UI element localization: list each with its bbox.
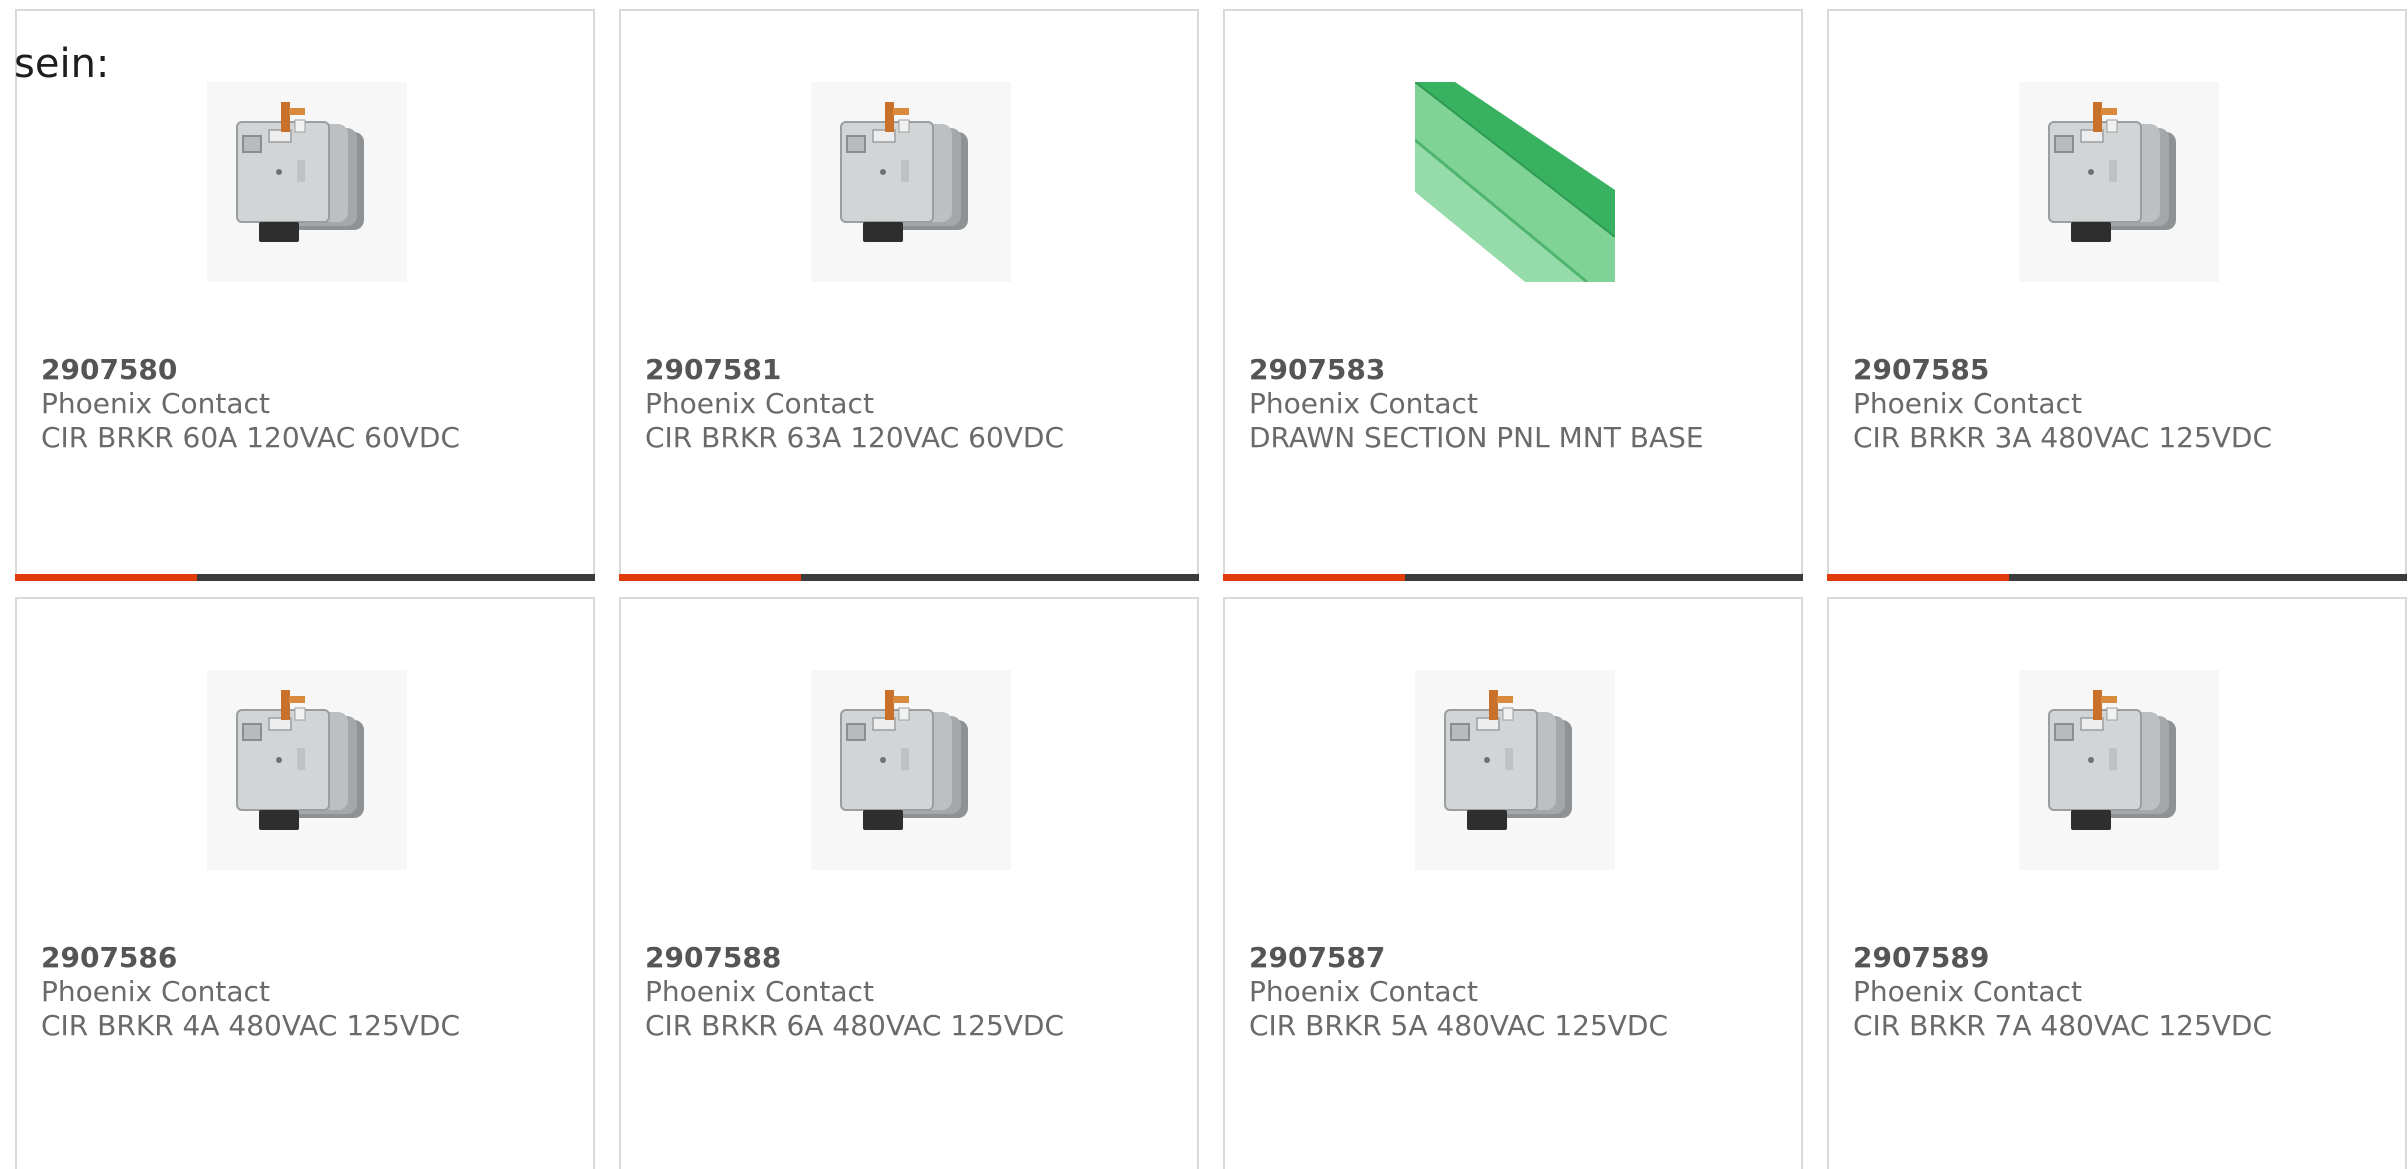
product-description: CIR BRKR 4A 480VAC 125VDC [41, 1009, 461, 1042]
circuit-breaker-image [811, 82, 1011, 282]
product-description: CIR BRKR 7A 480VAC 125VDC [1853, 1009, 2273, 1042]
product-card[interactable]: 2907583 Phoenix Contact DRAWN SECTION PN… [1223, 9, 1803, 581]
product-description: CIR BRKR 63A 120VAC 60VDC [645, 421, 1065, 454]
part-number[interactable]: 2907583 [1249, 353, 1704, 387]
product-card[interactable]: 2907580 Phoenix Contact CIR BRKR 60A 120… [15, 9, 595, 581]
product-card[interactable]: 2907587 Phoenix Contact CIR BRKR 5A 480V… [1223, 597, 1803, 1169]
part-number[interactable]: 2907587 [1249, 941, 1668, 975]
product-card[interactable]: 2907585 Phoenix Contact CIR BRKR 3A 480V… [1827, 9, 2407, 581]
card-footer-bar [1223, 574, 1803, 581]
card-footer-bar [1827, 574, 2407, 581]
circuit-breaker-image [2019, 82, 2219, 282]
card-footer-bar [619, 574, 1199, 581]
circuit-breaker-image [1415, 670, 1615, 870]
brand-name: Phoenix Contact [1853, 975, 2082, 1008]
accent-bar [15, 574, 197, 581]
product-image[interactable] [2019, 670, 2219, 870]
product-info: 2907586 Phoenix Contact CIR BRKR 4A 480V… [41, 941, 460, 1043]
product-grid: 2907580 Phoenix Contact CIR BRKR 60A 120… [15, 9, 2407, 1169]
intro-text: sein: [14, 41, 110, 87]
product-image[interactable] [1415, 670, 1615, 870]
brand-name: Phoenix Contact [41, 975, 270, 1008]
circuit-breaker-image [811, 670, 1011, 870]
circuit-breaker-image [207, 82, 407, 282]
product-image[interactable] [1415, 82, 1615, 282]
part-number[interactable]: 2907586 [41, 941, 460, 975]
product-description: CIR BRKR 6A 480VAC 125VDC [645, 1009, 1065, 1042]
product-card[interactable]: 2907588 Phoenix Contact CIR BRKR 6A 480V… [619, 597, 1199, 1169]
part-number[interactable]: 2907581 [645, 353, 1064, 387]
part-number[interactable]: 2907580 [41, 353, 460, 387]
product-card[interactable]: 2907586 Phoenix Contact CIR BRKR 4A 480V… [15, 597, 595, 1169]
product-image[interactable] [811, 82, 1011, 282]
product-info: 2907583 Phoenix Contact DRAWN SECTION PN… [1249, 353, 1704, 455]
part-number[interactable]: 2907589 [1853, 941, 2272, 975]
product-description: CIR BRKR 3A 480VAC 125VDC [1853, 421, 2273, 454]
product-info: 2907589 Phoenix Contact CIR BRKR 7A 480V… [1853, 941, 2272, 1043]
brand-name: Phoenix Contact [1249, 387, 1478, 420]
product-description: DRAWN SECTION PNL MNT BASE [1249, 421, 1704, 454]
brand-name: Phoenix Contact [645, 387, 874, 420]
card-footer-bar [15, 574, 595, 581]
part-number[interactable]: 2907588 [645, 941, 1064, 975]
brand-name: Phoenix Contact [41, 387, 270, 420]
product-card[interactable]: 2907581 Phoenix Contact CIR BRKR 63A 120… [619, 9, 1199, 581]
circuit-breaker-image [207, 670, 407, 870]
product-image[interactable] [811, 670, 1011, 870]
accent-bar [1223, 574, 1405, 581]
part-number[interactable]: 2907585 [1853, 353, 2272, 387]
product-info: 2907588 Phoenix Contact CIR BRKR 6A 480V… [645, 941, 1064, 1043]
brand-name: Phoenix Contact [645, 975, 874, 1008]
product-card[interactable]: 2907589 Phoenix Contact CIR BRKR 7A 480V… [1827, 597, 2407, 1169]
product-description: CIR BRKR 5A 480VAC 125VDC [1249, 1009, 1669, 1042]
product-info: 2907585 Phoenix Contact CIR BRKR 3A 480V… [1853, 353, 2272, 455]
product-info: 2907581 Phoenix Contact CIR BRKR 63A 120… [645, 353, 1064, 455]
brand-name: Phoenix Contact [1249, 975, 1478, 1008]
product-image[interactable] [207, 82, 407, 282]
product-info: 2907587 Phoenix Contact CIR BRKR 5A 480V… [1249, 941, 1668, 1043]
circuit-breaker-image [2019, 670, 2219, 870]
product-image[interactable] [207, 670, 407, 870]
accent-bar [619, 574, 801, 581]
product-description: CIR BRKR 60A 120VAC 60VDC [41, 421, 461, 454]
green-rail-image [1415, 82, 1615, 282]
brand-name: Phoenix Contact [1853, 387, 2082, 420]
product-info: 2907580 Phoenix Contact CIR BRKR 60A 120… [41, 353, 460, 455]
product-image[interactable] [2019, 82, 2219, 282]
accent-bar [1827, 574, 2009, 581]
